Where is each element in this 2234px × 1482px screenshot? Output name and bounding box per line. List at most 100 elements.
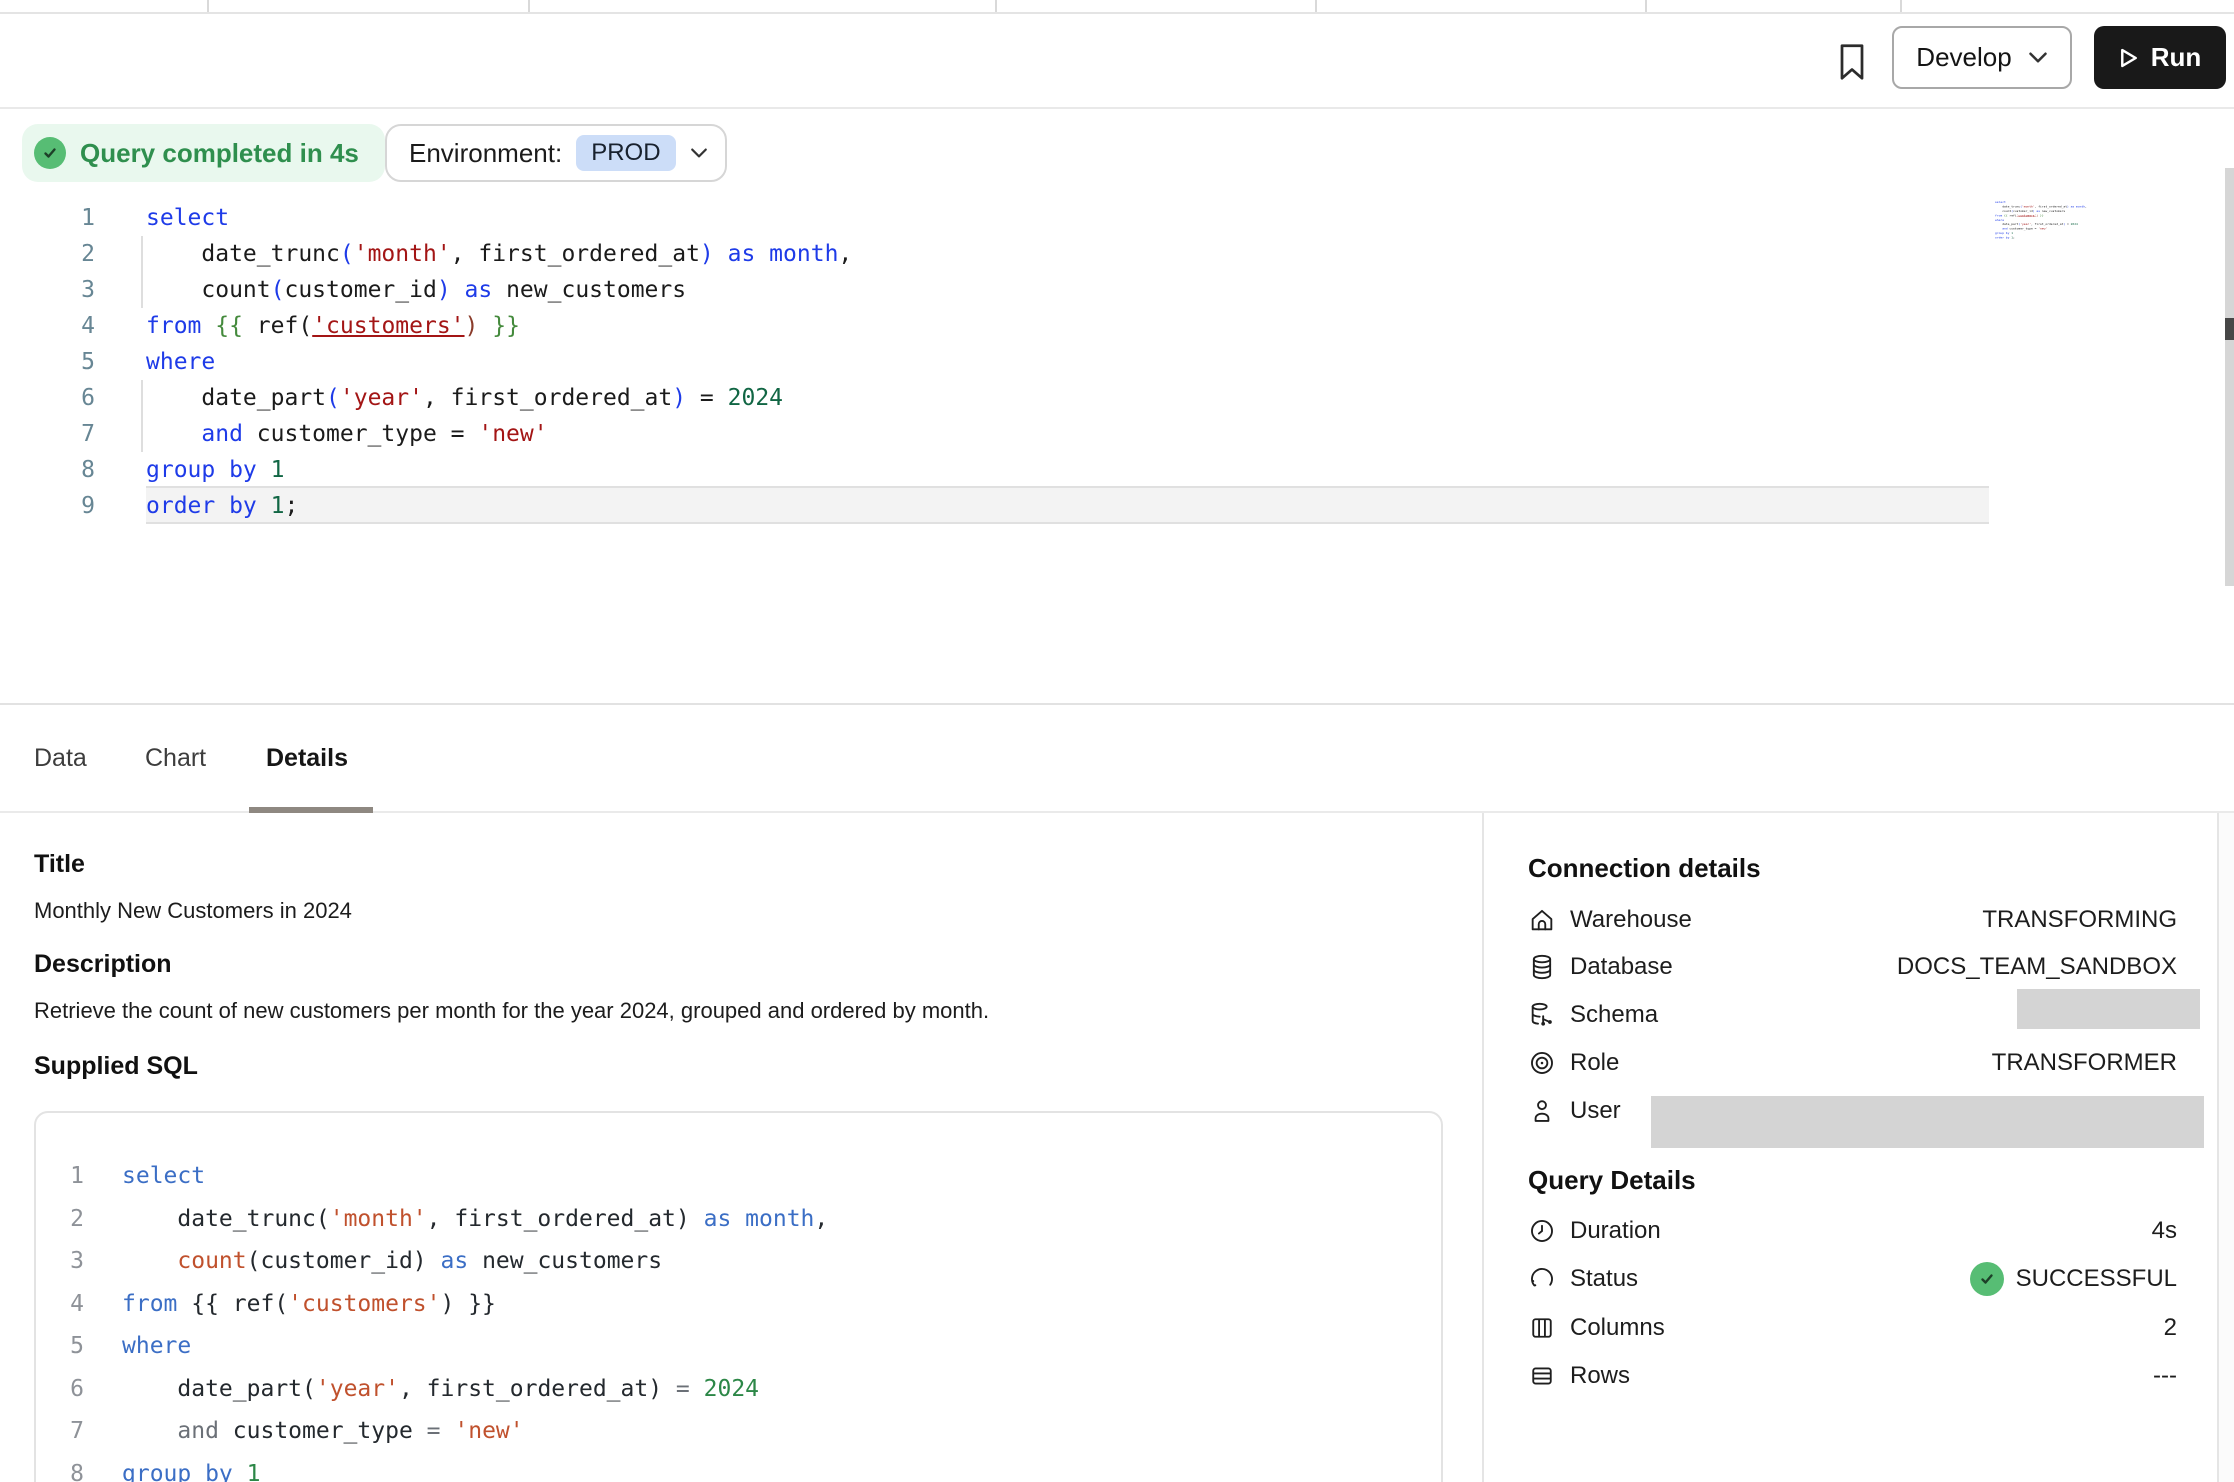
- connection-details-heading: Connection details: [1528, 853, 1761, 884]
- line-number: 3: [36, 1248, 84, 1274]
- tab-divider: [528, 0, 530, 12]
- rows-row: Rows ---: [1528, 1356, 2177, 1396]
- line-number: 1: [36, 1163, 84, 1189]
- tab-divider: [207, 0, 209, 12]
- role-value: TRANSFORMER: [1992, 1049, 2177, 1077]
- title-heading: Title: [34, 850, 85, 879]
- run-label: Run: [2151, 42, 2202, 73]
- success-check-icon: [1970, 1262, 2004, 1296]
- code-line[interactable]: 3 count(customer_id) as new_customers: [0, 272, 2234, 308]
- code-line: 2 date_trunc('month', first_ordered_at) …: [36, 1206, 1441, 1249]
- code-line[interactable]: 6 date_part('year', first_ordered_at) = …: [0, 380, 2234, 416]
- run-button[interactable]: Run: [2094, 26, 2226, 89]
- code-text: select: [146, 200, 229, 236]
- right-scroll-gutter[interactable]: [2217, 813, 2234, 1482]
- duration-row: Duration4s: [1528, 1211, 2177, 1251]
- description-heading: Description: [34, 950, 172, 979]
- line-number: 8: [0, 452, 95, 488]
- role-icon: [1528, 1049, 1556, 1077]
- code-text: and customer_type = 'new': [122, 1418, 524, 1444]
- line-number: 7: [0, 416, 95, 452]
- code-text: count(customer_id) as new_customers: [146, 272, 686, 308]
- code-line[interactable]: 7 and customer_type = 'new': [0, 416, 2234, 452]
- tab-details[interactable]: Details: [266, 705, 348, 811]
- tab-data[interactable]: Data: [34, 705, 87, 811]
- editor-code: 1select2 date_trunc('month', first_order…: [0, 200, 2234, 524]
- develop-dropdown[interactable]: Develop: [1892, 26, 2072, 89]
- warehouse-icon: [1528, 906, 1556, 934]
- query-status-pill: Query completed in 4s: [22, 124, 385, 182]
- rows-label: Rows: [1570, 1362, 1630, 1390]
- warehouse-row: WarehouseTRANSFORMING: [1528, 900, 2177, 940]
- code-text: group by 1: [122, 1461, 261, 1482]
- code-line[interactable]: 1select: [0, 200, 2234, 236]
- columns-icon: [1528, 1314, 1556, 1342]
- line-number: 4: [36, 1291, 84, 1317]
- code-text: and customer_type = 'new': [146, 416, 548, 452]
- editor-minimap[interactable]: select date_trunc('month', first_ordered…: [1995, 200, 2105, 246]
- tab-chart[interactable]: Chart: [145, 705, 206, 811]
- line-number: 6: [0, 380, 95, 416]
- supplied-sql-heading: Supplied SQL: [34, 1052, 198, 1081]
- top-tab-strip: [0, 0, 2234, 14]
- code-text: date_part('year', first_ordered_at) = 20…: [122, 1376, 759, 1402]
- status-label: Status: [1570, 1265, 1638, 1293]
- chevron-down-icon: [690, 147, 708, 159]
- code-line: 4 from {{ ref('customers') }}: [36, 1291, 1441, 1334]
- code-text: from {{ ref('customers') }}: [146, 308, 520, 344]
- results-tab-bar: Data Chart Details: [0, 703, 2234, 813]
- editor-scrollbar-thumb[interactable]: [2225, 318, 2234, 340]
- line-number: 3: [0, 272, 95, 308]
- connection-details-panel: Connection details WarehouseTRANSFORMING…: [1484, 813, 2217, 1482]
- toolbar: Develop Run: [0, 14, 2234, 109]
- success-check-icon: [34, 137, 66, 169]
- code-line[interactable]: 2 date_trunc('month', first_ordered_at) …: [0, 236, 2234, 272]
- database-row: DatabaseDOCS_TEAM_SANDBOX: [1528, 947, 2177, 987]
- rows-value: ---: [2153, 1362, 2177, 1390]
- sql-editor[interactable]: 1select2 date_trunc('month', first_order…: [0, 200, 2234, 530]
- code-text: date_trunc('month', first_ordered_at) as…: [122, 1206, 828, 1232]
- line-number: 2: [36, 1206, 84, 1232]
- code-text: date_part('year', first_ordered_at) = 20…: [146, 380, 783, 416]
- duration-label: Duration: [1570, 1217, 1661, 1245]
- code-text: group by 1: [146, 452, 285, 488]
- environment-dropdown[interactable]: Environment: PROD: [385, 124, 727, 182]
- duration-icon: [1528, 1217, 1556, 1245]
- status-icon: [1528, 1265, 1556, 1293]
- environment-value-badge: PROD: [576, 135, 675, 171]
- line-number: 6: [36, 1376, 84, 1402]
- app-window: Develop Run Query completed in 4s Enviro…: [0, 0, 2234, 1482]
- user-label: User: [1570, 1097, 1621, 1125]
- chevron-down-icon: [2028, 51, 2048, 64]
- code-line[interactable]: 8 group by 1: [0, 452, 2234, 488]
- line-number: 9: [0, 488, 95, 524]
- tab-divider: [1900, 0, 1902, 12]
- tab-divider: [995, 0, 997, 12]
- code-text: where: [146, 344, 215, 380]
- line-number: 2: [0, 236, 95, 272]
- editor-scrollbar-track[interactable]: [2225, 168, 2234, 586]
- code-text: from {{ ref('customers') }}: [122, 1291, 496, 1317]
- code-line: 1 select: [36, 1163, 1441, 1206]
- supplied-sql-box: 1 select 2 date_trunc('month', first_order…: [34, 1111, 1443, 1482]
- rows-icon: [1528, 1362, 1556, 1390]
- role-row: RoleTRANSFORMER: [1528, 1043, 2177, 1083]
- user-value-redacted: [1651, 1096, 2204, 1148]
- schema-label: Schema: [1570, 1001, 1658, 1029]
- code-text: date_trunc('month', first_ordered_at) as…: [146, 236, 852, 272]
- code-line[interactable]: 4 from {{ ref('customers') }}: [0, 308, 2234, 344]
- line-number: 5: [0, 344, 95, 380]
- query-details-heading: Query Details: [1528, 1165, 1696, 1196]
- warehouse-value: TRANSFORMING: [1982, 906, 2177, 934]
- line-number: 4: [0, 308, 95, 344]
- code-line[interactable]: 5 where: [0, 344, 2234, 380]
- code-text: select: [122, 1163, 205, 1189]
- bookmark-icon[interactable]: [1830, 36, 1874, 88]
- code-line[interactable]: 9order by 1;: [0, 488, 2234, 524]
- play-icon: [2119, 47, 2139, 69]
- database-value: DOCS_TEAM_SANDBOX: [1897, 953, 2177, 981]
- line-number: 8: [36, 1461, 84, 1482]
- user-icon: [1528, 1097, 1556, 1125]
- develop-label: Develop: [1916, 42, 2011, 73]
- status-value: SUCCESSFUL: [1970, 1262, 2177, 1296]
